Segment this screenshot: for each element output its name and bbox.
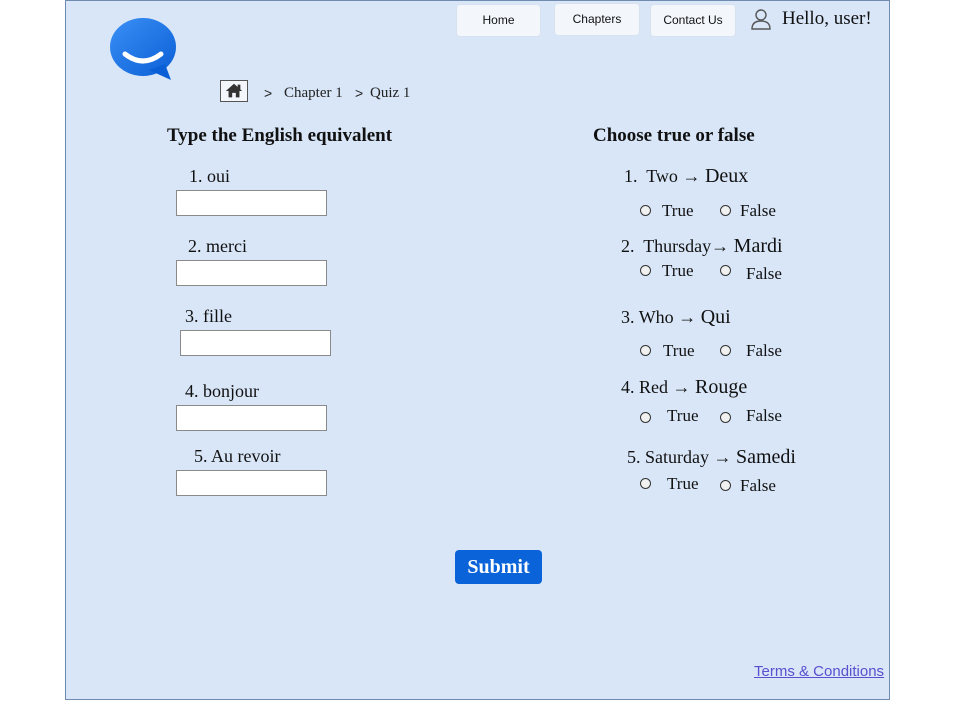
breadcrumb-home-button[interactable]	[220, 80, 248, 102]
true-radio-1[interactable]	[640, 205, 651, 216]
submit-button[interactable]: Submit	[455, 550, 542, 584]
true-false-question-5: 5. Saturday → Samedi	[627, 446, 796, 468]
translation-input-5[interactable]	[176, 470, 327, 496]
translation-input-2[interactable]	[176, 260, 327, 286]
false-radio-3[interactable]	[720, 345, 731, 356]
breadcrumb-quiz: Quiz 1	[370, 85, 411, 101]
translation-question-3: 3. fille	[185, 306, 232, 326]
chapters-nav-button[interactable]: Chapters	[554, 3, 640, 36]
translation-input-1[interactable]	[176, 190, 327, 216]
translation-question-5: 5. Au revoir	[194, 446, 281, 466]
false-radio-1[interactable]	[720, 205, 731, 216]
home-icon	[225, 83, 243, 98]
true-label-2: True	[662, 261, 694, 280]
false-label-5: False	[740, 476, 776, 495]
translation-input-3[interactable]	[180, 330, 331, 356]
false-radio-2[interactable]	[720, 265, 731, 276]
translation-question-1: 1. oui	[189, 166, 231, 186]
true-label-5: True	[667, 474, 699, 493]
translation-input-4[interactable]	[176, 405, 327, 431]
true-false-section-title: Choose true or false	[593, 125, 755, 146]
true-radio-5[interactable]	[640, 478, 651, 489]
true-false-question-4: 4. Red → Rouge	[621, 376, 748, 398]
home-nav-button[interactable]: Home	[456, 4, 541, 37]
true-false-question-2: 2. Thursday→ Mardi	[621, 235, 783, 257]
true-radio-4[interactable]	[640, 412, 651, 423]
translation-question-2: 2. merci	[188, 236, 247, 256]
user-icon[interactable]	[750, 8, 772, 30]
breadcrumb-separator: >	[264, 85, 273, 101]
true-false-question-3: 3. Who → Qui	[621, 306, 731, 328]
translation-section-title: Type the English equivalent	[167, 125, 393, 146]
true-label-1: True	[662, 201, 694, 220]
true-label-4: True	[667, 406, 699, 425]
true-false-question-1: 1. Two → Deux	[624, 165, 749, 187]
breadcrumb-separator: >	[355, 85, 364, 101]
true-label-3: True	[663, 341, 695, 360]
terms-and-conditions-link[interactable]: Terms & Conditions	[754, 663, 884, 680]
breadcrumb-chapter[interactable]: Chapter 1	[284, 85, 343, 102]
chat-logo-icon	[110, 18, 176, 80]
false-radio-4[interactable]	[720, 412, 731, 423]
true-radio-3[interactable]	[640, 345, 651, 356]
translation-question-4: 4. bonjour	[185, 381, 259, 401]
false-label-1: False	[740, 201, 776, 220]
false-label-2: False	[746, 264, 782, 283]
false-label-4: False	[746, 406, 782, 425]
false-label-3: False	[746, 341, 782, 360]
contact-us-nav-button[interactable]: Contact Us	[650, 4, 736, 37]
user-greeting: Hello, user!	[782, 8, 872, 29]
true-radio-2[interactable]	[640, 265, 651, 276]
false-radio-5[interactable]	[720, 480, 731, 491]
